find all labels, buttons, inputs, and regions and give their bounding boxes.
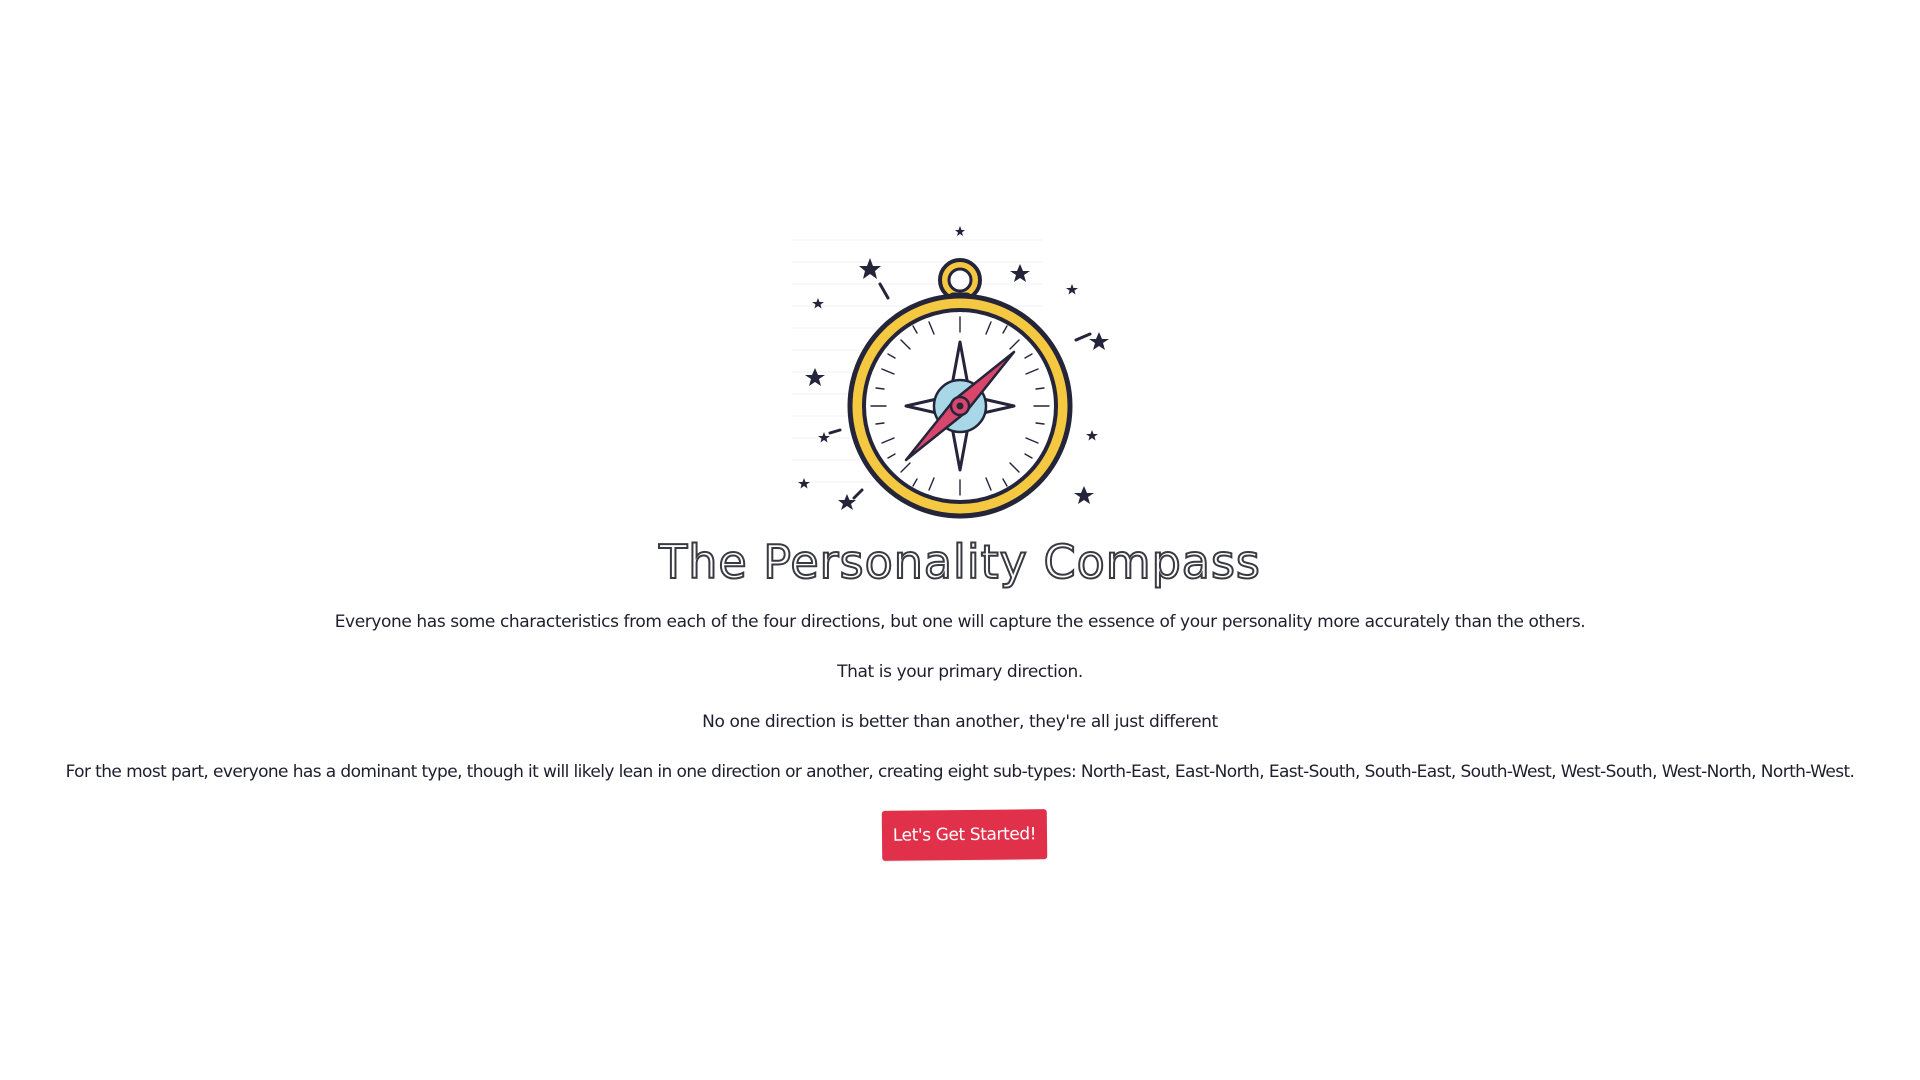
intro-paragraph-4: For the most part, everyone has a domina…	[65, 762, 1855, 782]
intro-paragraph-1: Everyone has some characteristics from e…	[334, 612, 1586, 632]
intro-paragraph-3: No one direction is better than another,…	[702, 712, 1218, 732]
landing-page: The Personality Compass Everyone has som…	[0, 0, 1920, 1080]
page-title: The Personality Compass	[658, 534, 1261, 590]
compass-icon	[792, 222, 1128, 522]
intro-paragraph-2: That is your primary direction.	[837, 662, 1083, 682]
get-started-button[interactable]: Let's Get Started!	[881, 809, 1048, 861]
